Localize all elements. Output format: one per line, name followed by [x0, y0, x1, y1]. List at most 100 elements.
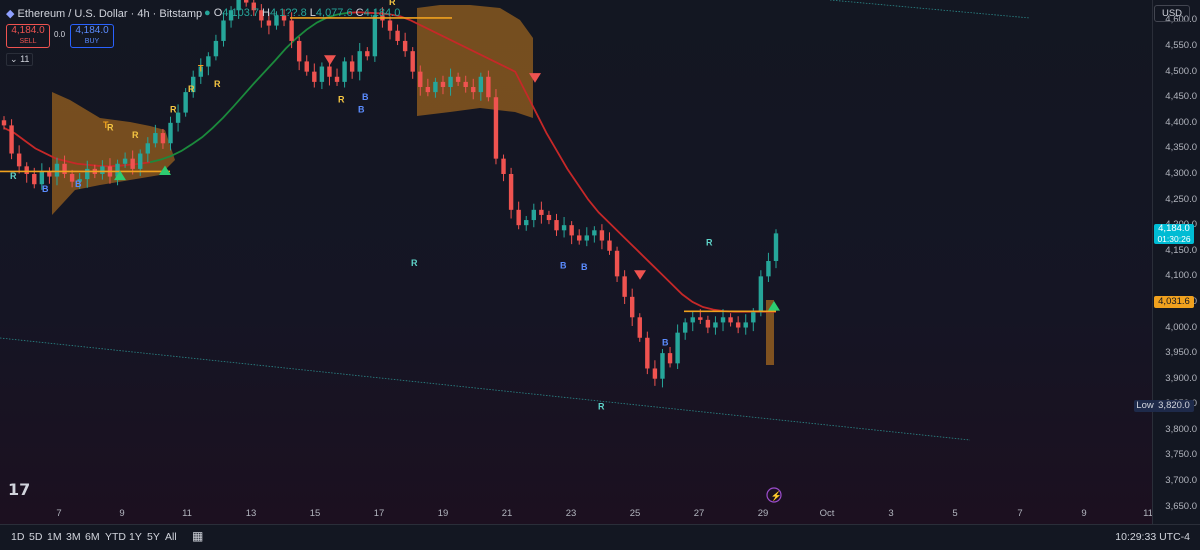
candle-body[interactable] — [145, 143, 151, 154]
candle-body[interactable] — [402, 40, 408, 52]
candle-body[interactable] — [698, 317, 703, 320]
tradingview-logo-icon[interactable]: 𝟭𝟳 — [8, 482, 30, 499]
candle-body[interactable] — [357, 51, 362, 72]
candle-body[interactable] — [766, 261, 771, 277]
candle-body[interactable] — [304, 61, 309, 72]
candle-body[interactable] — [153, 133, 158, 144]
candle-body[interactable] — [667, 353, 673, 364]
candle-body[interactable] — [183, 92, 188, 113]
candle-body[interactable] — [206, 56, 211, 67]
candle-body[interactable] — [100, 166, 105, 174]
candle-body[interactable] — [168, 122, 173, 144]
candle-body[interactable] — [773, 233, 779, 261]
price-axis[interactable]: 4,600.0 4,550.0 4,500.0 4,450.0 4,400.0 4,350… — [1152, 0, 1200, 524]
candle-body[interactable] — [599, 230, 605, 241]
symbol-title[interactable]: ◆ Ethereum / U.S. Dollar · 4h · Bitstamp — [6, 7, 202, 20]
candle-body[interactable] — [493, 97, 499, 159]
buy-button[interactable]: 4,184.0 BUY — [70, 24, 114, 48]
chart-area[interactable]: RBBTRRRTRRRBBRRBBRBR 7 9 11 13 15 17 19 21 23 25 2… — [0, 0, 1152, 524]
candle-body[interactable] — [122, 158, 128, 164]
candle-body[interactable] — [720, 317, 726, 323]
candle-body[interactable] — [508, 174, 514, 210]
candle-body[interactable] — [675, 332, 680, 364]
candle-body[interactable] — [660, 353, 665, 379]
candle-body[interactable] — [561, 225, 567, 231]
candle-body[interactable] — [296, 40, 302, 62]
candle-body[interactable] — [682, 322, 688, 333]
candle-body[interactable] — [243, 0, 249, 3]
candle-body[interactable] — [440, 81, 446, 87]
candle-body[interactable] — [554, 220, 559, 231]
candle-body[interactable] — [622, 276, 627, 297]
candle-body[interactable] — [743, 322, 748, 328]
candle-body[interactable] — [130, 158, 135, 169]
candle-body[interactable] — [85, 168, 90, 180]
candle-body[interactable] — [9, 125, 14, 154]
candle-body[interactable] — [69, 174, 75, 182]
candle-body[interactable] — [478, 76, 484, 93]
candle-body[interactable] — [486, 76, 491, 98]
candle-body[interactable] — [425, 87, 431, 93]
candle-body[interactable] — [349, 61, 355, 72]
candle-body[interactable] — [516, 209, 521, 226]
candle-body[interactable] — [433, 81, 438, 93]
candle-body[interactable] — [39, 171, 45, 185]
candle-body[interactable] — [334, 76, 340, 82]
candle-body[interactable] — [471, 87, 476, 93]
candle-body[interactable] — [455, 76, 461, 82]
candle-body[interactable] — [327, 66, 332, 77]
candle-body[interactable] — [160, 133, 166, 144]
sell-button[interactable]: 4,184.0 SELL — [6, 24, 50, 48]
candle-body[interactable] — [584, 235, 589, 241]
candle-body[interactable] — [312, 71, 317, 82]
candle-body[interactable] — [524, 220, 529, 226]
candle-body[interactable] — [758, 276, 764, 313]
candle-body[interactable] — [372, 15, 378, 57]
candle-body[interactable] — [213, 40, 219, 57]
candle-body[interactable] — [24, 166, 29, 174]
candle-body[interactable] — [690, 317, 695, 323]
candle-body[interactable] — [751, 312, 756, 323]
candle-body[interactable] — [735, 322, 741, 328]
candle-body[interactable] — [365, 51, 370, 57]
candle-body[interactable] — [16, 153, 22, 167]
timeframe-ytd[interactable]: YTD — [105, 531, 126, 543]
candle-body[interactable] — [319, 66, 325, 82]
timeframe-1y[interactable]: 1Y — [129, 531, 142, 543]
candle-body[interactable] — [138, 153, 143, 169]
candle-body[interactable] — [342, 61, 347, 82]
candle-body[interactable] — [418, 71, 423, 87]
candle-body[interactable] — [387, 20, 393, 31]
candle-body[interactable] — [221, 20, 226, 41]
candle-body[interactable] — [614, 250, 620, 277]
candle-body[interactable] — [728, 317, 733, 323]
candle-body[interactable] — [713, 322, 718, 328]
candle-body[interactable] — [395, 30, 400, 41]
timeframe-6m[interactable]: 6M — [85, 531, 100, 543]
candle-body[interactable] — [607, 240, 612, 251]
candle-body[interactable] — [531, 209, 537, 221]
candle-body[interactable] — [637, 317, 642, 338]
candle-body[interactable] — [32, 174, 37, 185]
timeframe-5y[interactable]: 5Y — [147, 531, 160, 543]
candle-body[interactable] — [62, 163, 67, 174]
timeframe-1d[interactable]: 1D — [11, 531, 24, 543]
timeframe-1m[interactable]: 1M — [47, 531, 62, 543]
candle-body[interactable] — [592, 230, 597, 236]
calendar-icon[interactable]: ▦ — [192, 529, 203, 543]
candle-body[interactable] — [577, 235, 582, 241]
timeframe-all[interactable]: All — [165, 531, 177, 543]
timeframe-5d[interactable]: 5D — [29, 531, 42, 543]
candle-body[interactable] — [569, 225, 574, 236]
timeframe-3m[interactable]: 3M — [66, 531, 81, 543]
currency-selector[interactable]: USD — [1154, 5, 1190, 22]
clock[interactable]: 10:29:33 UTC-4 — [1115, 531, 1190, 543]
candle-body[interactable] — [705, 319, 711, 328]
candle-body[interactable] — [448, 76, 453, 87]
candle-body[interactable] — [501, 158, 506, 174]
candle-body[interactable] — [175, 112, 181, 123]
indicator-toggle[interactable]: ⌄ 11 — [6, 53, 34, 66]
candle-body[interactable] — [629, 296, 635, 318]
candle-body[interactable] — [652, 368, 658, 379]
candle-body[interactable] — [289, 20, 294, 41]
